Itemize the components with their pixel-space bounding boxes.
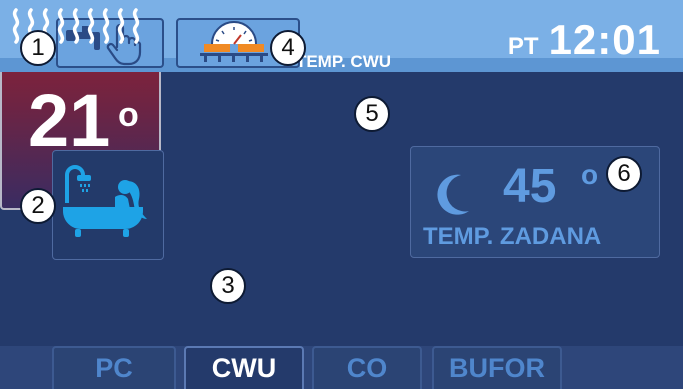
setpoint-value: 45 bbox=[503, 160, 557, 213]
tab-pc[interactable]: PC bbox=[52, 346, 176, 389]
bath-mode-button[interactable] bbox=[52, 150, 164, 260]
tab-bufor[interactable]: BUFOR bbox=[432, 346, 562, 389]
setpoint-label: TEMP. ZADANA bbox=[423, 223, 602, 250]
tab-cwu[interactable]: CWU bbox=[184, 346, 304, 389]
callout-badge-3: 3 bbox=[210, 268, 246, 304]
callout-badge-5: 5 bbox=[354, 96, 390, 132]
setpoint-degree-symbol: o bbox=[581, 159, 599, 190]
callout-badge-1: 1 bbox=[20, 30, 56, 66]
bath-shower-icon bbox=[63, 165, 147, 237]
callout-badge-4: 4 bbox=[270, 30, 306, 66]
hot-water-temp-value: 21 bbox=[28, 79, 111, 162]
tab-co[interactable]: CO bbox=[312, 346, 422, 389]
hot-water-temp-label: TEMP. CWU bbox=[295, 52, 392, 71]
controller-screen: PT 12:01 TEMP. CWU 21 o 45 o TEMP. ZADAN… bbox=[0, 0, 683, 389]
callout-badge-6: 6 bbox=[606, 156, 642, 192]
hot-water-degree-symbol: o bbox=[118, 96, 139, 134]
moon-icon bbox=[437, 174, 469, 215]
tab-bar: PC CWU CO BUFOR bbox=[0, 346, 683, 389]
callout-badge-2: 2 bbox=[20, 188, 56, 224]
